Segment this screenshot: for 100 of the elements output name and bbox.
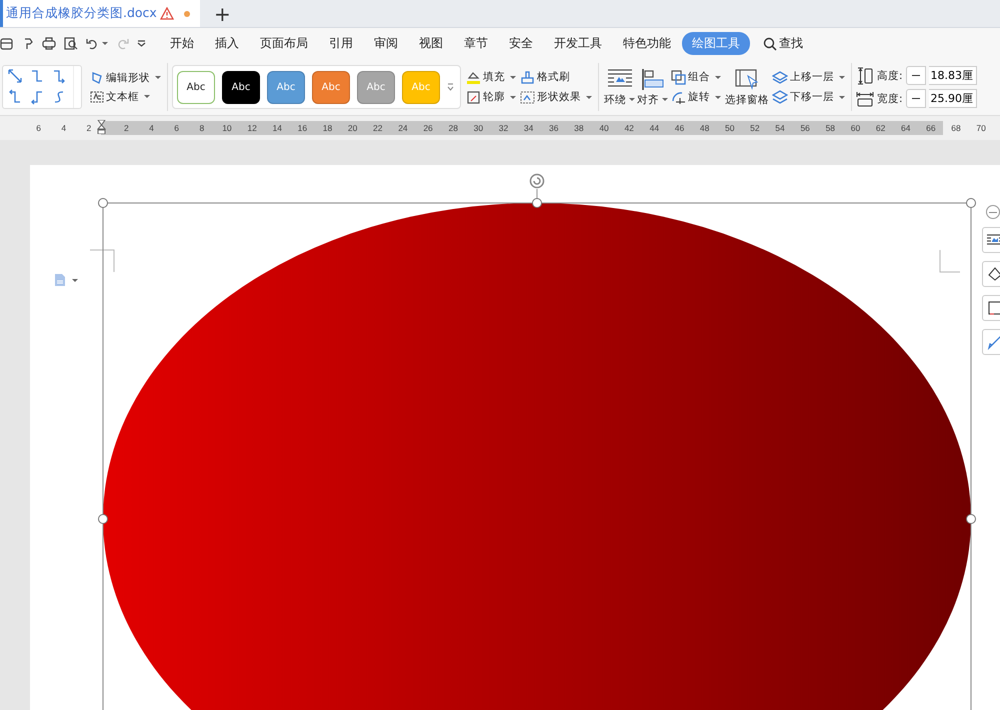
rotate-button[interactable]: 旋转 bbox=[669, 88, 723, 106]
connector-icon bbox=[29, 89, 45, 105]
resize-handle[interactable] bbox=[966, 198, 976, 208]
ruler-number: 2 bbox=[85, 123, 92, 133]
ruler-number: 4 bbox=[60, 123, 68, 133]
ruler-number: 54 bbox=[774, 123, 786, 133]
send-backward-icon bbox=[772, 90, 788, 104]
menu-tab[interactable]: 安全 bbox=[499, 32, 543, 55]
ruler-number: 48 bbox=[698, 123, 710, 133]
collapse-button[interactable] bbox=[986, 205, 1000, 219]
ruler-number: 26 bbox=[422, 123, 434, 133]
height-icon bbox=[856, 66, 874, 84]
menu-tab[interactable]: 视图 bbox=[409, 32, 453, 55]
selection-pane-button[interactable]: 选择窗格 bbox=[724, 68, 770, 106]
ruler-number: 18 bbox=[322, 123, 334, 133]
resize-handle[interactable] bbox=[532, 198, 542, 208]
menu-tab[interactable]: 开始 bbox=[160, 32, 204, 55]
connector-icon bbox=[7, 68, 23, 84]
height-label: 高度: bbox=[877, 68, 903, 82]
caret-icon bbox=[155, 76, 161, 79]
menu-tab[interactable]: 页面布局 bbox=[250, 32, 318, 55]
text-box-icon bbox=[90, 90, 104, 104]
menu-tab[interactable]: 引用 bbox=[319, 32, 363, 55]
ruler-number: 2 bbox=[123, 123, 130, 133]
wrap-button[interactable]: 环绕 bbox=[603, 68, 636, 106]
ruler-number: 6 bbox=[173, 123, 180, 133]
group-icon bbox=[671, 70, 686, 84]
margin-corner-mark bbox=[940, 250, 960, 272]
ruler-number: 66 bbox=[925, 123, 937, 133]
resize-handle[interactable] bbox=[98, 514, 108, 524]
shape-style-swatch[interactable]: Abc bbox=[177, 70, 215, 104]
rotate-handle[interactable] bbox=[530, 174, 544, 188]
decrement-button[interactable] bbox=[906, 66, 926, 85]
ruler-number: 64 bbox=[900, 123, 912, 133]
edit-shape-button[interactable]: 编辑形状 bbox=[88, 70, 163, 86]
brush-icon bbox=[987, 334, 1000, 350]
fill-icon bbox=[466, 70, 481, 84]
outline-button[interactable]: 轮廓 bbox=[464, 88, 518, 106]
ruler-number: 44 bbox=[648, 123, 660, 133]
redo-icon bbox=[116, 37, 129, 50]
ruler-number: 34 bbox=[522, 123, 534, 133]
width-field[interactable]: 25.90厘 bbox=[928, 89, 977, 108]
send-backward-button[interactable]: 下移一层 bbox=[770, 88, 847, 106]
fill-button[interactable]: 填充 bbox=[464, 68, 518, 86]
ruler-number: 12 bbox=[246, 123, 258, 133]
document-tab[interactable]: 通用合成橡胶分类图.docx bbox=[0, 0, 200, 27]
ruler-number: 60 bbox=[850, 123, 862, 133]
resize-handle[interactable] bbox=[966, 514, 976, 524]
menu-tab[interactable]: 审阅 bbox=[364, 32, 408, 55]
fill-icon bbox=[986, 266, 1000, 282]
width-icon bbox=[856, 90, 874, 108]
selection-pane-icon bbox=[734, 68, 760, 90]
resize-handle[interactable] bbox=[98, 198, 108, 208]
ruler-number: 4 bbox=[148, 123, 155, 133]
save-icon bbox=[0, 37, 13, 50]
connector-icon bbox=[7, 89, 23, 105]
ruler-number: 28 bbox=[447, 123, 459, 133]
ruler-number: 62 bbox=[874, 123, 886, 133]
caret-icon bbox=[72, 278, 78, 282]
wrap-text-icon bbox=[606, 68, 632, 90]
search-icon bbox=[763, 36, 777, 50]
ruler-number: 24 bbox=[397, 123, 409, 133]
search-button[interactable]: 查找 bbox=[757, 34, 809, 53]
shape-effects-button[interactable]: 形状效果 bbox=[518, 88, 594, 106]
new-tab-button[interactable]: + bbox=[210, 2, 235, 26]
group-button[interactable]: 组合 bbox=[669, 68, 723, 86]
caret-icon bbox=[629, 98, 635, 102]
wrap-text-icon bbox=[986, 233, 1000, 247]
ruler-number: 30 bbox=[472, 123, 484, 133]
shape-effects-icon bbox=[520, 90, 535, 104]
text-box-button[interactable]: 文本框 bbox=[88, 88, 163, 104]
bring-forward-button[interactable]: 上移一层 bbox=[770, 68, 847, 86]
align-icon bbox=[640, 68, 664, 90]
format-painter-button[interactable]: 格式刷 bbox=[518, 68, 594, 86]
document-icon bbox=[54, 273, 66, 287]
margin-corner-mark bbox=[90, 250, 114, 272]
menu-tab[interactable]: 插入 bbox=[205, 32, 249, 55]
menu-tab[interactable]: 章节 bbox=[454, 32, 498, 55]
dropdown-icon bbox=[137, 40, 146, 48]
undo-icon bbox=[86, 37, 99, 50]
align-button[interactable]: 对齐 bbox=[636, 68, 669, 106]
bring-forward-icon bbox=[772, 70, 788, 84]
caret-icon bbox=[839, 76, 845, 78]
ruler-number: 42 bbox=[623, 123, 635, 133]
shape-style-swatch[interactable]: Abc bbox=[222, 70, 260, 104]
edit-shape-icon bbox=[90, 70, 104, 84]
outline-icon bbox=[987, 300, 1000, 316]
width-label: 宽度: bbox=[877, 92, 903, 106]
menu-tab[interactable]: 开发工具 bbox=[544, 32, 612, 55]
menu-tab[interactable]: 特色功能 bbox=[613, 32, 681, 55]
ruler-number: 52 bbox=[749, 123, 761, 133]
connector-icon bbox=[29, 68, 45, 84]
ruler-number: 40 bbox=[598, 123, 610, 133]
height-field[interactable]: 18.83厘 bbox=[928, 66, 977, 85]
more-styles-icon bbox=[447, 82, 454, 92]
connector-icon bbox=[51, 68, 67, 84]
ruler-number: 16 bbox=[296, 123, 308, 133]
decrement-button[interactable] bbox=[906, 89, 926, 108]
ruler-number: 38 bbox=[573, 123, 585, 133]
caret-icon bbox=[715, 96, 721, 98]
